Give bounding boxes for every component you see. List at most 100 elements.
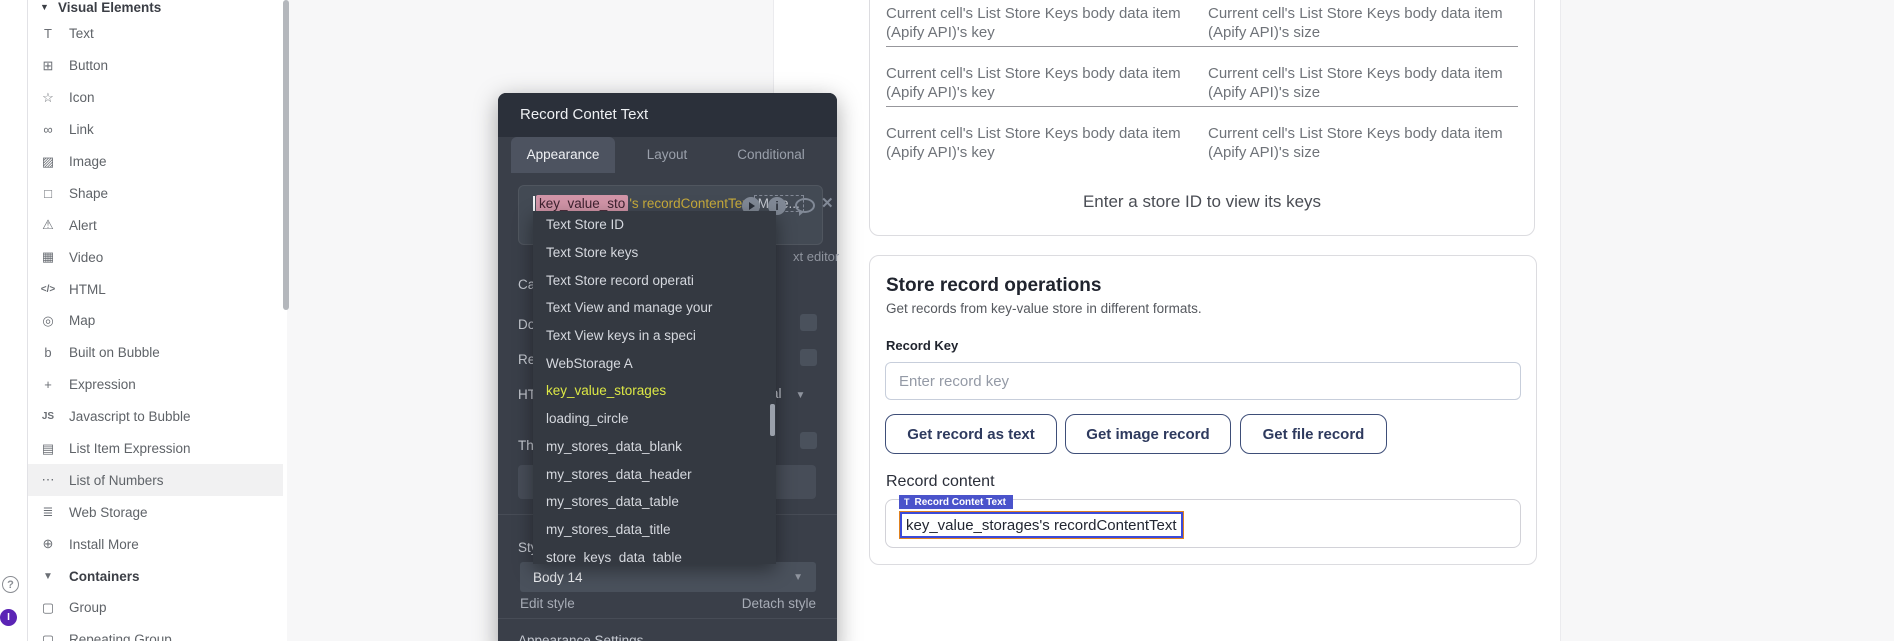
sidebar-scrollbar[interactable] xyxy=(283,0,289,310)
help-icon[interactable]: ? xyxy=(2,576,19,593)
sidebar-item[interactable]: ⊞ Button xyxy=(27,50,283,82)
sidebar-item[interactable]: ▦ Video xyxy=(27,241,283,273)
selected-element-tag: T Record Contet Text xyxy=(899,495,1013,509)
autocomplete-option[interactable]: Text Store record operati xyxy=(533,266,776,294)
dropdown-scrollbar[interactable] xyxy=(770,404,775,436)
sidebar-item[interactable]: b Built on Bubble xyxy=(27,337,283,369)
appearance-settings-section-label[interactable]: Appearance Settings xyxy=(518,633,643,641)
autocomplete-option[interactable]: my_stores_data_header xyxy=(533,460,776,488)
autocomplete-options: Text Store ID Text Store keys Text Store… xyxy=(533,211,776,564)
sidebar-item[interactable]: T Text xyxy=(27,18,283,50)
autocomplete-option[interactable]: my_stores_data_table xyxy=(533,488,776,516)
detach-style-link[interactable]: Detach style xyxy=(742,596,816,611)
autocomplete-option[interactable]: my_stores_data_title xyxy=(533,516,776,544)
group-title: Store record operations xyxy=(886,275,1101,297)
checkbox[interactable] xyxy=(800,314,817,331)
sidebar-item[interactable]: ☆ Icon xyxy=(27,82,283,114)
sidebar-item[interactable]: JS Javascript to Bubble xyxy=(27,401,283,433)
expression-selected-token[interactable]: key_value_sto xyxy=(536,195,628,212)
text-cursor xyxy=(533,196,535,211)
sidebar-item[interactable]: ⋯ List of Numbers xyxy=(27,464,283,496)
autocomplete-option[interactable]: Text View keys in a speci xyxy=(533,322,776,350)
sidebar-item-label: List of Numbers xyxy=(69,473,164,488)
sidebar-item-label: List Item Expression xyxy=(69,441,191,456)
autocomplete-option[interactable]: my_stores_data_blank xyxy=(533,433,776,461)
containers-section-header[interactable]: ▼ Containers xyxy=(27,560,283,592)
size-cell: Current cell's List Store Keys body data… xyxy=(1208,65,1518,102)
sidebar-item[interactable]: + Expression xyxy=(27,369,283,401)
sidebar-item-label: Image xyxy=(69,154,107,169)
tab-appearance[interactable]: Appearance xyxy=(511,137,615,173)
autocomplete-option[interactable]: Text Store ID xyxy=(533,211,776,239)
element-icon: + xyxy=(38,377,58,392)
collapse-caret-icon: ▼ xyxy=(40,2,58,12)
tab-layout[interactable]: Layout xyxy=(615,137,719,173)
table-row[interactable]: Current cell's List Store Keys body data… xyxy=(886,46,1518,106)
selected-element-tag-label: Record Contet Text xyxy=(915,497,1007,508)
autocomplete-option[interactable]: key_value_storages xyxy=(533,377,776,405)
sidebar-item[interactable]: □ Shape xyxy=(27,177,283,209)
visual-elements-section-header[interactable]: ▼ Visual Elements xyxy=(27,0,283,19)
checkbox[interactable] xyxy=(800,349,817,366)
table-row[interactable]: Current cell's List Store Keys body data… xyxy=(886,0,1518,46)
store-record-operations-group[interactable]: Store record operations Get records from… xyxy=(869,255,1537,565)
sidebar-item[interactable]: ▢ Repeating Group xyxy=(27,624,283,641)
size-cell: Current cell's List Store Keys body data… xyxy=(1208,125,1518,162)
element-icon: JS xyxy=(38,411,58,422)
rich-text-editor-link-fragment[interactable]: xt editor xyxy=(793,249,839,264)
element-icon: ▨ xyxy=(38,154,58,170)
dialog-titlebar[interactable]: Record Contet Text xyxy=(498,93,837,137)
dialog-title: Record Contet Text xyxy=(520,106,648,123)
checkbox[interactable] xyxy=(800,432,817,449)
autocomplete-option[interactable]: store_keys_data_table xyxy=(533,543,776,564)
get-image-record-button[interactable]: Get image record xyxy=(1065,414,1231,454)
tab-conditional[interactable]: Conditional xyxy=(719,137,823,173)
autocomplete-option[interactable]: Text Store keys xyxy=(533,239,776,267)
assistant-icon[interactable]: I xyxy=(0,609,17,626)
size-cell: Current cell's List Store Keys body data… xyxy=(1208,5,1518,42)
element-icon: T xyxy=(38,26,58,41)
sidebar-item-label: HTML xyxy=(69,282,106,297)
sidebar-item[interactable]: ◎ Map xyxy=(27,305,283,337)
edit-style-link[interactable]: Edit style xyxy=(520,596,575,611)
record-key-input[interactable] xyxy=(885,362,1521,400)
sidebar-item-label: Repeating Group xyxy=(69,632,172,641)
autocomplete-option[interactable]: loading_circle xyxy=(533,405,776,433)
sidebar-item-label: Web Storage xyxy=(69,505,148,520)
sidebar-item[interactable]: ∞ Link xyxy=(27,114,283,146)
chevron-down-icon: ▼ xyxy=(793,572,803,583)
autocomplete-option[interactable]: Text View and manage your xyxy=(533,294,776,322)
sidebar-item[interactable]: ▢ Group xyxy=(27,592,283,624)
field-label-fragment-th: Th xyxy=(518,438,534,453)
sidebar-item[interactable]: ⚠ Alert xyxy=(27,209,283,241)
divider xyxy=(498,618,837,619)
collapse-caret-icon: ▼ xyxy=(38,571,58,582)
comment-icon[interactable] xyxy=(795,197,815,213)
sidebar-item[interactable]: ⊕ Install More xyxy=(27,528,283,560)
sidebar-item-label: Alert xyxy=(69,218,97,233)
element-icon: ☆ xyxy=(38,90,58,106)
sidebar-item[interactable]: ≣ Web Storage xyxy=(27,496,283,528)
store-keys-group[interactable]: Current cell's List Store Keys body data… xyxy=(869,0,1535,236)
expression-rest[interactable]: 's recordContentText xyxy=(629,196,752,211)
sidebar-item-label: Install More xyxy=(69,537,139,552)
sidebar-item-label: Shape xyxy=(69,186,108,201)
element-icon: ⊕ xyxy=(38,536,58,552)
sidebar-item[interactable]: </> HTML xyxy=(27,273,283,305)
sidebar-item[interactable]: ▨ Image xyxy=(27,146,283,178)
html-tag-select-fragment[interactable]: al▼ xyxy=(771,386,805,401)
sidebar-divider xyxy=(27,0,28,641)
get-file-record-button[interactable]: Get file record xyxy=(1240,414,1387,454)
element-icon: ∞ xyxy=(38,122,58,137)
selected-text-element[interactable]: key_value_storages's recordContentText xyxy=(900,512,1183,538)
style-select[interactable]: Body 14 ▼ xyxy=(520,562,816,592)
get-record-as-text-button[interactable]: Get record as text xyxy=(885,414,1057,454)
element-palette-sidebar: ▼ Visual Elements T Text ⊞ Button xyxy=(0,0,287,641)
close-icon[interactable]: ✕ xyxy=(821,195,834,213)
table-row[interactable]: Current cell's List Store Keys body data… xyxy=(886,106,1518,166)
autocomplete-option[interactable]: WebStorage A xyxy=(533,349,776,377)
sidebar-item[interactable]: ▤ List Item Expression xyxy=(27,433,283,465)
element-icon: ▢ xyxy=(38,600,58,616)
expression-autocomplete-dropdown[interactable]: Text Store ID Text Store keys Text Store… xyxy=(533,211,776,564)
element-icon: </> xyxy=(38,284,58,295)
